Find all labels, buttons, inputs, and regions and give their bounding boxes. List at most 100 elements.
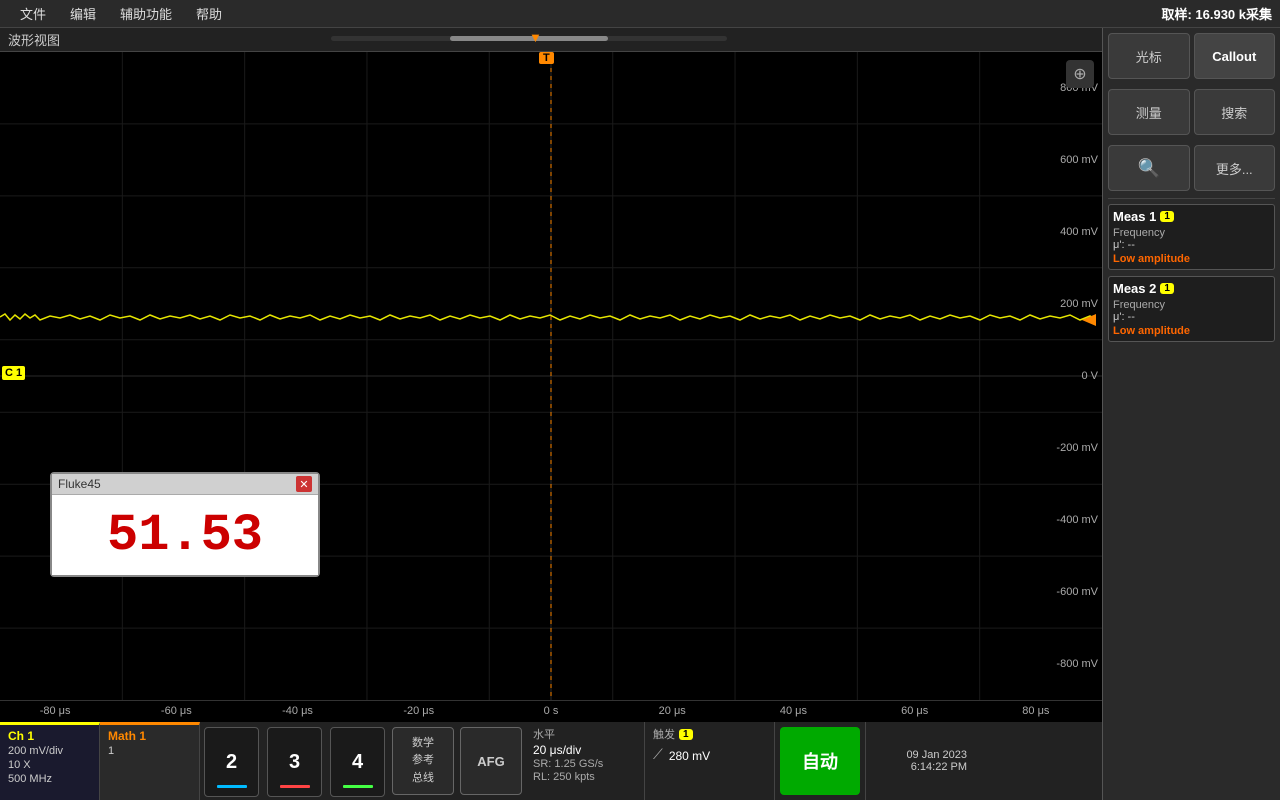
grid-svg	[0, 52, 1102, 700]
right-btn-row2: 测量 搜索	[1103, 84, 1280, 140]
math-ref-bus-button[interactable]: 数学参考总线	[392, 727, 454, 795]
menu-file[interactable]: 文件	[8, 4, 58, 23]
ch1-div: 200 mV/div	[8, 745, 91, 757]
cursor-button[interactable]: 光标	[1108, 33, 1190, 79]
y-label-600mv: 600 mV	[1056, 154, 1098, 166]
meas1-header: Meas 1 1	[1113, 209, 1270, 224]
meas2-row1: Frequency μ': --	[1113, 299, 1270, 323]
x-label-neg80: -80 μs	[40, 705, 71, 717]
trigger-top-marker: ▼	[529, 30, 542, 45]
meas2-status: Low amplitude	[1113, 325, 1270, 337]
trigger-t-marker: T	[539, 52, 554, 64]
x-label-neg60: -60 μs	[161, 705, 192, 717]
ch4-button[interactable]: 4	[330, 727, 385, 797]
meas1-panel: Meas 1 1 Frequency μ': -- Low amplitude	[1108, 204, 1275, 270]
zoom-panel-button[interactable]: 🔍	[1108, 145, 1190, 191]
auto-button[interactable]: 自动	[780, 727, 860, 795]
horiz-div-val: 20 μs/div	[533, 743, 636, 757]
meas2-param1: Frequency	[1113, 299, 1270, 311]
horizontal-block: 水平 20 μs/div SR: 1.25 GS/s RL: 250 kpts	[525, 722, 645, 800]
datetime-block: 09 Jan 2023 6:14:22 PM	[865, 722, 975, 800]
ch1-probe: 10 X	[8, 759, 91, 771]
fluke45-overlay: Fluke45 ✕ 51.53	[50, 472, 320, 577]
zoom-icon[interactable]: ⊕	[1066, 60, 1094, 88]
x-label-neg20: -20 μs	[403, 705, 434, 717]
math1-val: 1	[108, 745, 191, 757]
waveform-area: 波形视图 ▼	[0, 28, 1102, 800]
y-label-0v: 0 V	[1056, 370, 1098, 382]
y-label-neg600mv: -600 mV	[1056, 586, 1098, 598]
trig-title-text: 触发	[653, 726, 675, 742]
x-label-40: 40 μs	[780, 705, 807, 717]
search-label: 搜索	[1221, 103, 1247, 122]
fluke-display: 51.53	[52, 495, 318, 575]
x-label-neg40: -40 μs	[282, 705, 313, 717]
meas2-header: Meas 2 1	[1113, 281, 1270, 296]
x-label-80: 80 μs	[1022, 705, 1049, 717]
meas1-param1: Frequency	[1113, 227, 1270, 239]
y-axis-labels: 800 mV 600 mV 400 mV 200 mV 0 V -200 mV …	[1056, 52, 1098, 700]
meas2-panel: Meas 2 1 Frequency μ': -- Low amplitude	[1108, 276, 1275, 342]
waveform-canvas[interactable]: T 800 mV 600 mV 400 mV 200 mV 0 V -200 m…	[0, 52, 1102, 700]
waveform-title: 波形视图	[8, 30, 60, 49]
afg-button[interactable]: AFG	[460, 727, 522, 795]
horiz-rl: RL: 250 kpts	[533, 771, 636, 783]
meas1-title: Meas 1	[1113, 209, 1156, 224]
menu-edit[interactable]: 编辑	[58, 4, 108, 23]
waveform-header: 波形视图 ▼	[0, 28, 1102, 52]
ch1-name: Ch 1	[8, 729, 91, 743]
trigger-block: 触发 1 ⟋ 280 mV	[645, 722, 775, 800]
y-label-neg800mv: -800 mV	[1056, 658, 1098, 670]
menu-help[interactable]: 帮助	[184, 4, 234, 23]
status-text: 取样: 16.930 k采集	[1161, 4, 1272, 23]
fluke-titlebar: Fluke45 ✕	[52, 474, 318, 495]
y-label-neg200mv: -200 mV	[1056, 442, 1098, 454]
more-button[interactable]: 更多...	[1194, 145, 1276, 191]
bottom-bar: Ch 1 200 mV/div 10 X 500 MHz Math 1 1 2 …	[0, 720, 1102, 800]
menu-bar: 文件 编辑 辅助功能 帮助 取样: 16.930 k采集	[0, 0, 1280, 28]
callout-label: Callout	[1212, 49, 1256, 64]
search-button[interactable]: 搜索	[1194, 89, 1276, 135]
right-btn-row1: 光标 Callout	[1103, 28, 1280, 84]
ch1-bw: 500 MHz	[8, 773, 91, 785]
meas1-value1: μ': --	[1113, 239, 1270, 251]
fluke-close-button[interactable]: ✕	[296, 476, 312, 492]
trig-level: 280 mV	[669, 749, 710, 763]
x-label-20: 20 μs	[659, 705, 686, 717]
callout-button[interactable]: Callout	[1194, 33, 1276, 79]
main-layout: 波形视图 ▼	[0, 28, 1280, 800]
fluke-value: 51.53	[107, 506, 263, 565]
ch2-button[interactable]: 2	[204, 727, 259, 797]
measure-button[interactable]: 测量	[1108, 89, 1190, 135]
meas1-badge: 1	[1160, 211, 1174, 222]
y-label-400mv: 400 mV	[1056, 226, 1098, 238]
y-label-200mv: 200 mV	[1056, 298, 1098, 310]
cursor-label: 光标	[1136, 47, 1162, 66]
trig-badge: 1	[679, 729, 693, 740]
horiz-title: 水平	[533, 726, 636, 742]
ch3-button[interactable]: 3	[267, 727, 322, 797]
time-display: 6:14:22 PM	[911, 761, 967, 773]
panel-divider	[1108, 198, 1275, 199]
c1-channel-label: C 1	[2, 366, 25, 380]
y-label-neg400mv: -400 mV	[1056, 514, 1098, 526]
ch1-block: Ch 1 200 mV/div 10 X 500 MHz	[0, 722, 100, 800]
right-panel: 光标 Callout 测量 搜索 🔍 更多...	[1102, 28, 1280, 800]
math1-block: Math 1 1	[100, 722, 200, 800]
meas2-value1: μ': --	[1113, 311, 1270, 323]
auto-label: 自动	[802, 748, 838, 774]
horiz-sr: SR: 1.25 GS/s	[533, 758, 636, 770]
menu-assist[interactable]: 辅助功能	[108, 4, 184, 23]
more-label: 更多...	[1216, 159, 1253, 178]
math1-name: Math 1	[108, 729, 191, 743]
meas1-row1: Frequency μ': --	[1113, 227, 1270, 251]
meas1-status: Low amplitude	[1113, 253, 1270, 265]
trig-val-row: ⟋ 280 mV	[653, 746, 766, 763]
trig-edge-icon: ⟋	[653, 746, 663, 763]
x-label-0: 0 s	[544, 705, 559, 717]
fluke-title: Fluke45	[58, 477, 101, 491]
measure-label: 测量	[1136, 103, 1162, 122]
meas2-title: Meas 2	[1113, 281, 1156, 296]
right-btn-row3: 🔍 更多...	[1103, 140, 1280, 196]
x-label-60: 60 μs	[901, 705, 928, 717]
